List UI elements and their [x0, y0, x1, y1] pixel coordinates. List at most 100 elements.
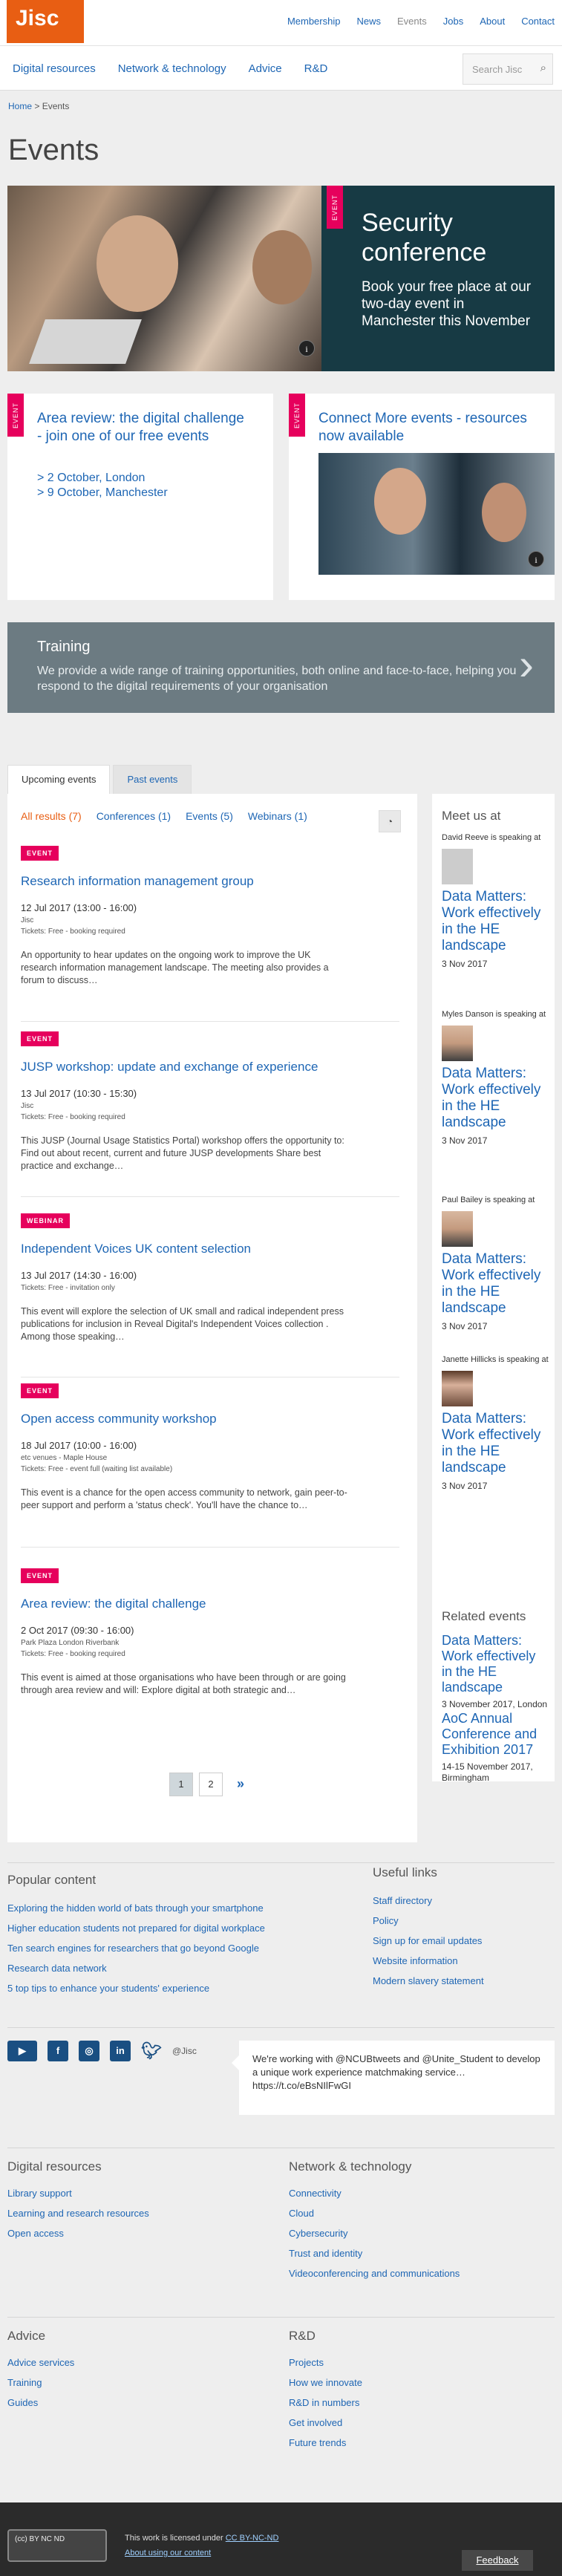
pagination: 1 2 »	[169, 1773, 252, 1796]
events-list-panel: All results (7) Conferences (1) Events (…	[7, 794, 417, 1842]
filter-conferences[interactable]: Conferences (1)	[97, 810, 171, 822]
event-title[interactable]: JUSP workshop: update and exchange of ex…	[21, 1060, 399, 1075]
footer-link[interactable]: Guides	[7, 2393, 74, 2413]
page-1[interactable]: 1	[169, 1773, 193, 1796]
useful-link[interactable]: Policy	[373, 1911, 551, 1931]
event-tag: EVENT	[21, 1568, 59, 1583]
footer-link[interactable]: R&D in numbers	[289, 2393, 362, 2413]
speaker-item: Myles Danson is speaking at Data Matters…	[442, 1009, 549, 1146]
card-title: Connect More events - resources now avai…	[318, 411, 527, 444]
footer-link[interactable]: Open access	[7, 2223, 149, 2243]
divider	[7, 1862, 555, 1863]
event-tickets: Tickets: Free - booking required	[21, 927, 125, 936]
tab-past-events[interactable]: Past events	[113, 765, 192, 794]
event-tickets: Tickets: Free - booking required	[21, 1650, 125, 1658]
nav-news[interactable]: News	[356, 16, 381, 27]
hero-title: Security conference	[362, 209, 487, 267]
nav-network-technology[interactable]: Network & technology	[118, 62, 226, 75]
footer-link[interactable]: Videoconferencing and communications	[289, 2263, 460, 2283]
instagram-icon[interactable]: ◎	[79, 2041, 99, 2061]
footer-link[interactable]: Connectivity	[289, 2183, 460, 2203]
event-tag: EVENT	[21, 1031, 59, 1046]
speaker-event-link[interactable]: Data Matters: Work effectively in the HE…	[442, 889, 549, 954]
connect-more-card[interactable]: EVENT Connect More events - resources no…	[289, 394, 555, 600]
related-event-link[interactable]: Data Matters: Work effectively in the HE…	[442, 1633, 549, 1695]
page-2[interactable]: 2	[199, 1773, 223, 1796]
footer-link[interactable]: Future trends	[289, 2433, 362, 2453]
footer-link[interactable]: Learning and research resources	[7, 2203, 149, 2223]
footer-link[interactable]: Training	[7, 2373, 74, 2393]
rss-icon[interactable]: ◔	[379, 810, 401, 832]
popular-link[interactable]: 5 top tips to enhance your students' exp…	[7, 1978, 408, 1998]
meet-us-panel: Meet us at David Reeve is speaking at Da…	[432, 794, 555, 1618]
license-link[interactable]: CC BY-NC-ND	[226, 2534, 279, 2543]
footer-link[interactable]: Cybersecurity	[289, 2223, 460, 2243]
info-icon[interactable]: i	[298, 340, 315, 356]
search-icon[interactable]: ⌕	[540, 62, 546, 74]
filter-events[interactable]: Events (5)	[186, 810, 233, 822]
facebook-icon[interactable]: f	[48, 2041, 68, 2061]
footer-network-technology: Network & technology Connectivity Cloud …	[289, 2159, 460, 2283]
event-date: 13 Jul 2017 (14:30 - 16:00)	[21, 1270, 137, 1281]
webinar-tag: WEBINAR	[21, 1213, 70, 1228]
filter-all[interactable]: All results (7)	[21, 810, 82, 822]
cc-license-badge[interactable]: (cc) BY NC ND	[7, 2529, 107, 2562]
event-title[interactable]: Research information management group	[21, 874, 399, 889]
useful-link[interactable]: Website information	[373, 1951, 551, 1971]
useful-link[interactable]: Modern slavery statement	[373, 1971, 551, 1991]
event-title[interactable]: Area review: the digital challenge	[21, 1597, 399, 1611]
popular-link[interactable]: Ten search engines for researchers that …	[7, 1938, 408, 1958]
card-photo	[318, 453, 555, 575]
nav-events[interactable]: Events	[397, 16, 427, 27]
reuse-link[interactable]: About using our content	[125, 2549, 211, 2557]
youtube-icon[interactable]: ▶	[7, 2041, 37, 2061]
breadcrumb-current: Events	[42, 101, 70, 111]
popular-link[interactable]: Research data network	[7, 1958, 408, 1978]
twitter-icon[interactable]: 🐦︎	[141, 2041, 162, 2061]
tab-upcoming-events[interactable]: Upcoming events	[7, 765, 111, 794]
site-footer: (cc) BY NC ND This work is licensed unde…	[0, 2502, 562, 2576]
search-input[interactable]: Search Jisc ⌕	[463, 53, 553, 85]
nav-advice[interactable]: Advice	[249, 62, 282, 75]
nav-contact[interactable]: Contact	[521, 16, 555, 27]
breadcrumb-home[interactable]: Home	[8, 101, 32, 111]
footer-link[interactable]: How we innovate	[289, 2373, 362, 2393]
related-event-link[interactable]: AoC Annual Conference and Exhibition 201…	[442, 1711, 549, 1758]
latest-tweet[interactable]: We're working with @NCUBtweets and @Unit…	[232, 2041, 555, 2115]
event-description: This event will explore the selection of…	[21, 1306, 344, 1342]
popular-link[interactable]: Exploring the hidden world of bats throu…	[7, 1898, 408, 1918]
nav-about[interactable]: About	[480, 16, 505, 27]
footer-link[interactable]: Trust and identity	[289, 2243, 460, 2263]
nav-membership[interactable]: Membership	[287, 16, 341, 27]
filter-webinars[interactable]: Webinars (1)	[248, 810, 307, 822]
jisc-logo[interactable]: Jisc	[7, 0, 84, 43]
footer-link[interactable]: Get involved	[289, 2413, 362, 2433]
event-tag: EVENT	[7, 394, 24, 437]
next-page-icon[interactable]: »	[229, 1773, 252, 1796]
training-banner[interactable]: Training We provide a wide range of trai…	[7, 622, 555, 713]
speaker-item: Paul Bailey is speaking at Data Matters:…	[442, 1195, 549, 1331]
nav-digital-resources[interactable]: Digital resources	[13, 62, 96, 75]
nav-jobs[interactable]: Jobs	[443, 16, 463, 27]
info-icon[interactable]: i	[528, 551, 544, 567]
chevron-right-icon[interactable]: ›	[519, 639, 534, 691]
feedback-button[interactable]: Feedback	[462, 2550, 533, 2571]
footer-link[interactable]: Projects	[289, 2352, 362, 2373]
footer-link[interactable]: Library support	[7, 2183, 149, 2203]
useful-link[interactable]: Sign up for email updates	[373, 1931, 551, 1951]
speaker-event-link[interactable]: Data Matters: Work effectively in the HE…	[442, 1066, 549, 1131]
event-title[interactable]: Open access community workshop	[21, 1412, 399, 1426]
linkedin-icon[interactable]: in	[110, 2041, 131, 2061]
area-review-card[interactable]: EVENT Area review: the digital challenge…	[7, 394, 273, 600]
nav-rd[interactable]: R&D	[304, 62, 328, 75]
footer-link[interactable]: Advice services	[7, 2352, 74, 2373]
speaker-event-link[interactable]: Data Matters: Work effectively in the HE…	[442, 1251, 549, 1317]
footer-link[interactable]: Cloud	[289, 2203, 460, 2223]
popular-link[interactable]: Higher education students not prepared f…	[7, 1918, 408, 1938]
speaker-event-link[interactable]: Data Matters: Work effectively in the HE…	[442, 1411, 549, 1476]
useful-link[interactable]: Staff directory	[373, 1891, 551, 1911]
event-title[interactable]: Independent Voices UK content selection	[21, 1242, 399, 1256]
top-bar: Jisc Membership News Events Jobs About C…	[0, 0, 562, 46]
twitter-handle[interactable]: @Jisc	[172, 2046, 197, 2056]
hero-banner[interactable]: EVENT i Security conference Book your fr…	[7, 186, 555, 371]
